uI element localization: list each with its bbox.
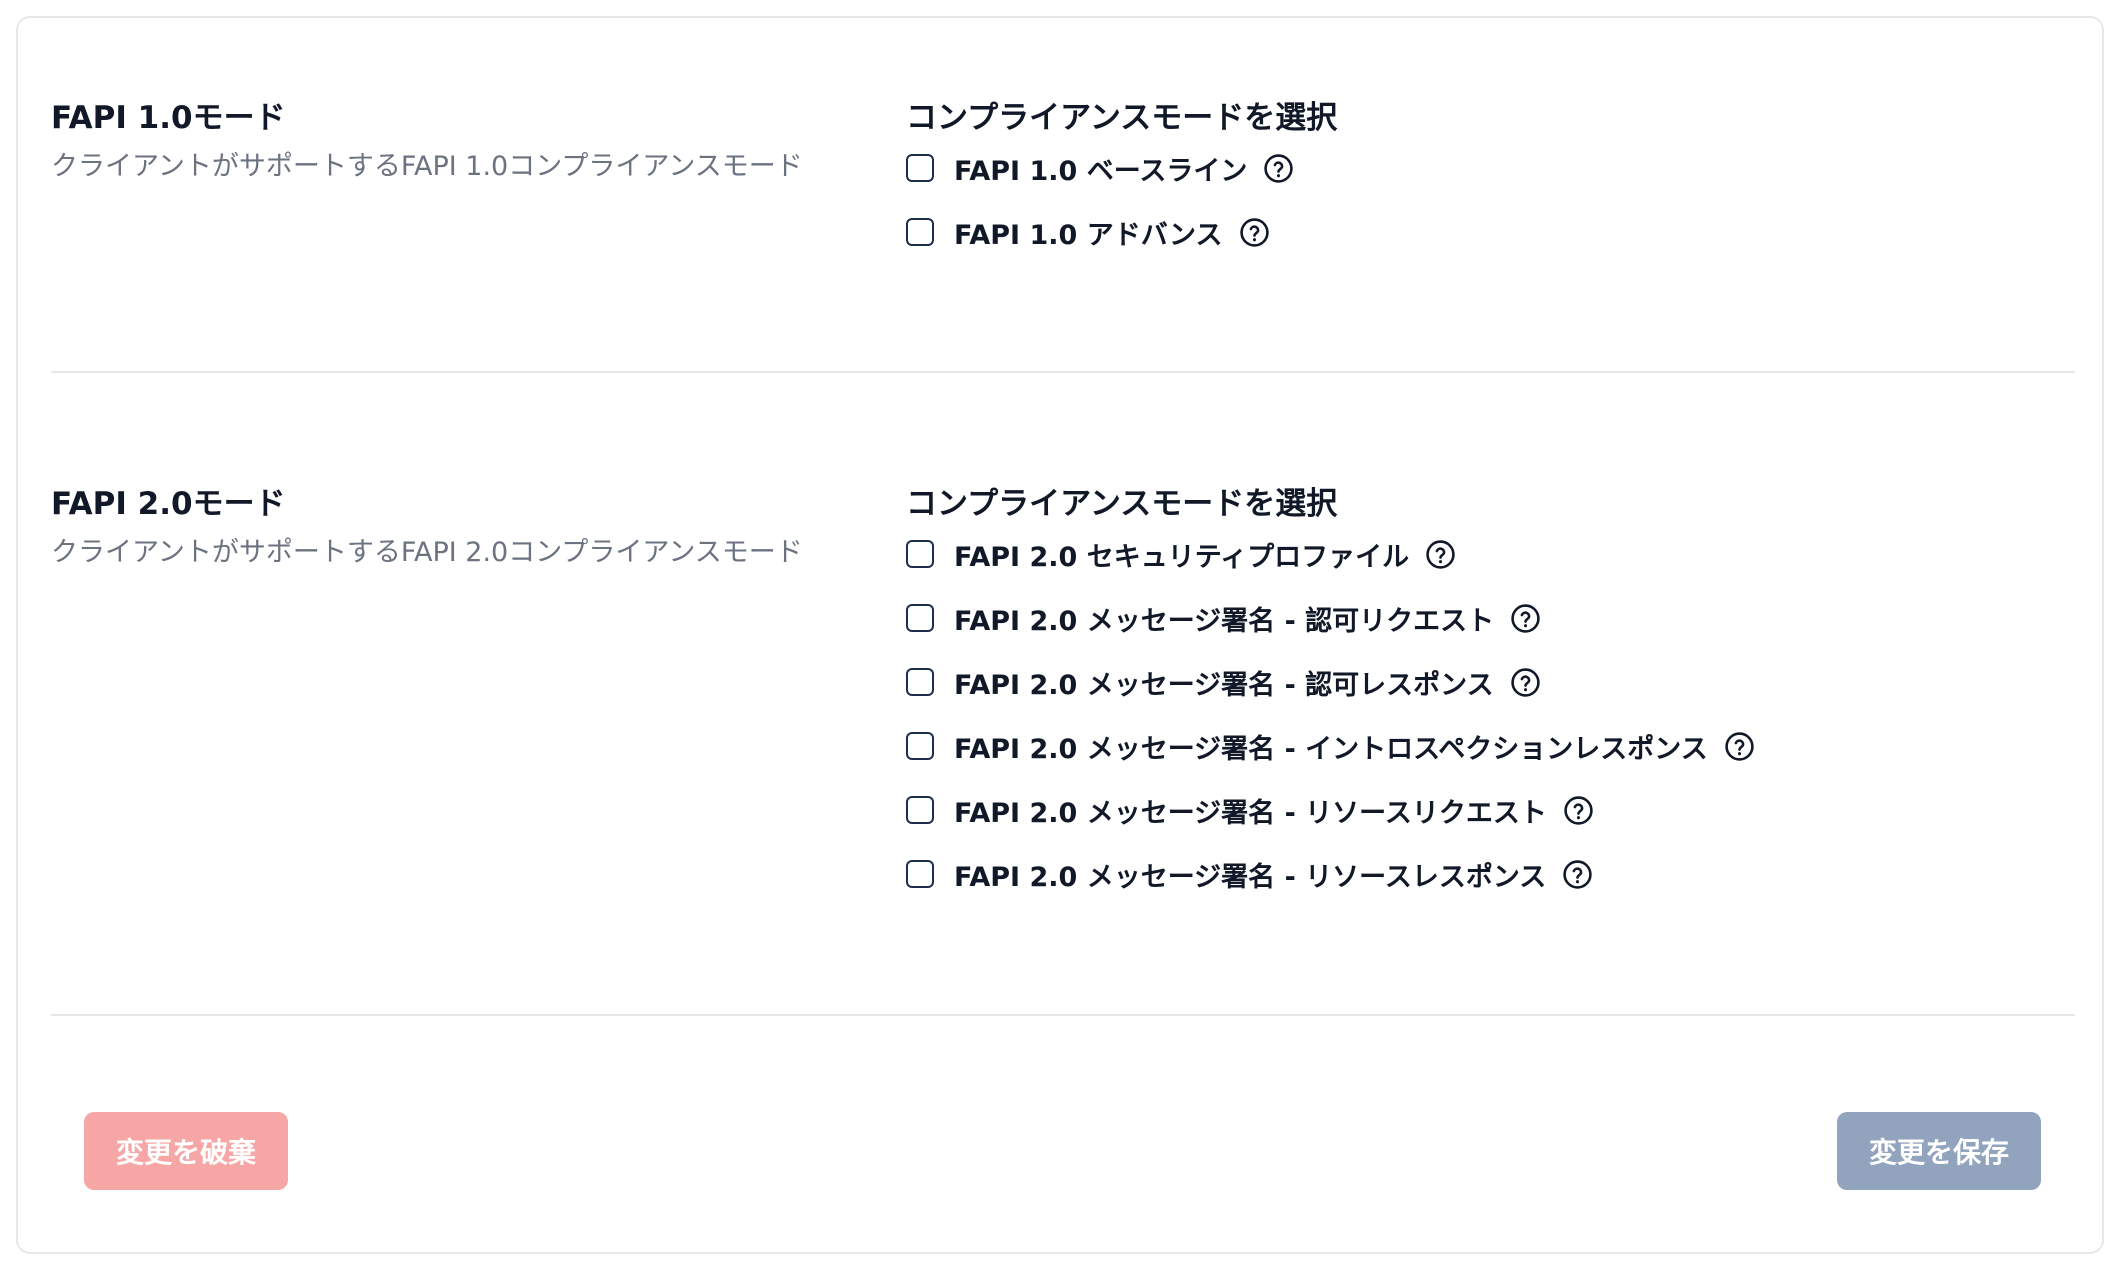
option-label: FAPI 2.0 メッセージ署名 - リソースレスポンス (954, 861, 1547, 893)
checkbox[interactable] (906, 732, 934, 760)
question-circle-icon[interactable] (1562, 859, 1593, 890)
section-divider (51, 371, 2075, 373)
fapi1-option-advanced[interactable]: FAPI 1.0 アドバンス (906, 212, 1270, 252)
question-circle-icon[interactable] (1425, 539, 1456, 570)
fapi1-title: FAPI 1.0モード (51, 100, 286, 136)
option-label: FAPI 2.0 メッセージ署名 - イントロスペクションレスポンス (954, 733, 1708, 765)
option-label: FAPI 2.0 セキュリティプロファイル (954, 541, 1410, 573)
fapi2-option-auth-request[interactable]: FAPI 2.0 メッセージ署名 - 認可リクエスト (906, 598, 1541, 638)
fapi1-option-baseline[interactable]: FAPI 1.0 ベースライン (906, 148, 1294, 188)
option-label: FAPI 1.0 アドバンス (954, 219, 1223, 251)
fapi-settings-card: FAPI 1.0モード クライアントがサポートするFAPI 1.0コンプライアン… (16, 16, 2104, 1254)
question-circle-icon[interactable] (1239, 217, 1270, 248)
fapi2-options-title: コンプライアンスモードを選択 (906, 486, 1338, 522)
option-label: FAPI 2.0 メッセージ署名 - 認可レスポンス (954, 669, 1494, 701)
fapi2-option-introspection-response[interactable]: FAPI 2.0 メッセージ署名 - イントロスペクションレスポンス (906, 726, 1755, 766)
fapi2-option-auth-response[interactable]: FAPI 2.0 メッセージ署名 - 認可レスポンス (906, 662, 1541, 702)
question-circle-icon[interactable] (1724, 731, 1755, 762)
fapi2-option-resource-request[interactable]: FAPI 2.0 メッセージ署名 - リソースリクエスト (906, 790, 1594, 830)
checkbox[interactable] (906, 860, 934, 888)
fapi2-option-security-profile[interactable]: FAPI 2.0 セキュリティプロファイル (906, 534, 1456, 574)
checkbox[interactable] (906, 218, 934, 246)
checkbox[interactable] (906, 668, 934, 696)
checkbox[interactable] (906, 154, 934, 182)
question-circle-icon[interactable] (1563, 795, 1594, 826)
fapi2-description: クライアントがサポートするFAPI 2.0コンプライアンスモード (51, 537, 803, 568)
fapi1-options-title: コンプライアンスモードを選択 (906, 100, 1338, 136)
save-changes-button[interactable]: 変更を保存 (1837, 1112, 2041, 1190)
question-circle-icon[interactable] (1510, 603, 1541, 634)
discard-changes-button[interactable]: 変更を破棄 (84, 1112, 288, 1190)
option-label: FAPI 2.0 メッセージ署名 - 認可リクエスト (954, 605, 1495, 637)
fapi2-title: FAPI 2.0モード (51, 486, 286, 522)
question-circle-icon[interactable] (1263, 153, 1294, 184)
checkbox[interactable] (906, 604, 934, 632)
section-divider (51, 1014, 2075, 1016)
checkbox[interactable] (906, 540, 934, 568)
fapi1-description: クライアントがサポートするFAPI 1.0コンプライアンスモード (51, 151, 803, 182)
option-label: FAPI 1.0 ベースライン (954, 155, 1248, 187)
checkbox[interactable] (906, 796, 934, 824)
fapi2-option-resource-response[interactable]: FAPI 2.0 メッセージ署名 - リソースレスポンス (906, 854, 1593, 894)
option-label: FAPI 2.0 メッセージ署名 - リソースリクエスト (954, 797, 1547, 829)
question-circle-icon[interactable] (1510, 667, 1541, 698)
